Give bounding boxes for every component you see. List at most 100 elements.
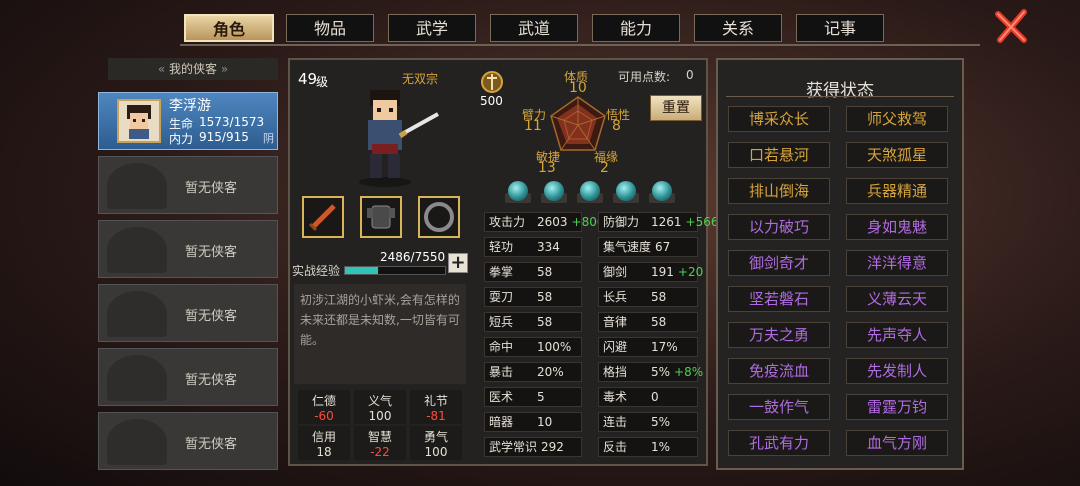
meridian-orb-icon [616, 181, 636, 201]
stat-label: 长兵 [603, 290, 628, 304]
stat-points-label: 可用点数: [618, 70, 671, 84]
rank-medal-icon [481, 71, 503, 93]
tab-relations[interactable]: 关系 [694, 14, 782, 42]
roster-slot-empty[interactable]: 暂无侠客 [98, 284, 278, 342]
stat-row: 轻功 334 [484, 237, 582, 257]
roster-slot-active[interactable]: 李浮游 生命 1573/1573 内力 915/915 阴 [98, 92, 278, 150]
stat-value: 2603 +800 [537, 213, 605, 231]
status-badge[interactable]: 坚若磐石 [728, 286, 830, 312]
hero-sprite [359, 90, 439, 187]
stat-number: 5% [651, 365, 671, 379]
stat-value: 17% [651, 338, 678, 356]
virtue-cell: 智慧 -22 [354, 426, 406, 460]
roster-title: 我的侠客 [168, 62, 217, 76]
status-badge[interactable]: 免疫流血 [728, 358, 830, 384]
empty-portrait-icon [107, 355, 167, 401]
tab-journal[interactable]: 记事 [796, 14, 884, 42]
status-badge[interactable]: 义薄云天 [846, 286, 948, 312]
roster-header: « 我的侠客 » [108, 58, 278, 80]
status-badge[interactable]: 排山倒海 [728, 178, 830, 204]
stat-value: 5% [651, 413, 670, 431]
roster-slot-empty[interactable]: 暂无侠客 [98, 220, 278, 278]
stat-number: 67 [655, 240, 671, 254]
virtue-cell: 勇气 100 [410, 426, 462, 460]
status-badge[interactable]: 一鼓作气 [728, 394, 830, 420]
stat-label: 轻功 [489, 240, 514, 254]
stat-points-value: 0 [686, 68, 694, 82]
stat-value: 292 [541, 438, 564, 456]
status-badge[interactable]: 万夫之勇 [728, 322, 830, 348]
status-badge[interactable]: 博采众长 [728, 106, 830, 132]
weapon-slot[interactable] [302, 196, 344, 238]
stat-value: 1% [651, 438, 670, 456]
sword-icon [308, 204, 336, 232]
stat-row: 闪避 17% [598, 337, 698, 357]
roster-slot-empty[interactable]: 暂无侠客 [98, 412, 278, 470]
add-exp-button[interactable]: + [448, 253, 468, 273]
stat-label: 医术 [489, 390, 514, 404]
stat-row: 御剑 191 +20 [598, 262, 703, 282]
status-badge[interactable]: 天煞孤星 [846, 142, 948, 168]
hp-value: 1573/1573 [199, 115, 265, 129]
status-badge[interactable]: 口若悬河 [728, 142, 830, 168]
status-badge[interactable]: 雷霆万钧 [846, 394, 948, 420]
status-badge[interactable]: 身如鬼魅 [846, 214, 948, 240]
empty-slot-label: 暂无侠客 [185, 309, 238, 324]
stat-value: 1261 +566 [651, 213, 719, 231]
tab-martial-way[interactable]: 武道 [490, 14, 578, 42]
accessory-slot[interactable] [418, 196, 460, 238]
stat-row: 耍刀 58 [484, 287, 582, 307]
virtue-label: 仁德 [311, 394, 336, 408]
stat-number: 1% [651, 440, 671, 454]
stat-number: 0 [651, 390, 659, 404]
mp-value: 915/915 [199, 130, 249, 144]
status-badge[interactable]: 洋洋得意 [846, 250, 948, 276]
stat-number: 58 [651, 290, 667, 304]
stat-value: 58 [537, 263, 552, 281]
stat-number: 5 [537, 390, 545, 404]
status-badge[interactable]: 师父救驾 [846, 106, 948, 132]
status-badge[interactable]: 孔武有力 [728, 430, 830, 456]
tab-character[interactable]: 角色 [184, 14, 274, 42]
hero-name: 李浮游 [169, 98, 211, 114]
tab-items[interactable]: 物品 [286, 14, 374, 42]
level-unit: 级 [316, 75, 329, 89]
stat-row: 毒术 0 [598, 387, 698, 407]
status-badge[interactable]: 以力破巧 [728, 214, 830, 240]
tab-abilities[interactable]: 能力 [592, 14, 680, 42]
stat-row: 音律 58 [598, 312, 698, 332]
stat-row: 格挡 5% +8% [598, 362, 703, 382]
roster-slot-empty[interactable]: 暂无侠客 [98, 348, 278, 406]
virtue-value: -22 [370, 445, 390, 459]
stat-value: 5% +8% [651, 363, 703, 381]
stat-label: 反击 [603, 440, 628, 454]
virtue-value: 18 [316, 445, 332, 459]
status-badge[interactable]: 兵器精通 [846, 178, 948, 204]
stat-row: 连击 5% [598, 412, 698, 432]
virtue-value: -81 [426, 409, 446, 423]
roster-slot-empty[interactable]: 暂无侠客 [98, 156, 278, 214]
reset-button[interactable]: 重置 [650, 95, 702, 121]
stat-number: 100% [537, 340, 572, 354]
status-badge[interactable]: 先发制人 [846, 358, 948, 384]
status-badge[interactable]: 血气方刚 [846, 430, 948, 456]
attr-minjie-value: 13 [538, 160, 556, 176]
stat-number: 58 [537, 265, 553, 279]
armor-slot[interactable] [360, 196, 402, 238]
stat-bonus: +8% [674, 365, 704, 379]
close-icon[interactable] [994, 8, 1030, 44]
stat-number: 58 [537, 315, 553, 329]
stat-value: 58 [651, 288, 666, 306]
empty-slot-label: 暂无侠客 [185, 181, 238, 196]
stat-value: 191 +20 [651, 263, 703, 281]
stat-value: 334 [537, 238, 560, 256]
status-badge[interactable]: 先声夺人 [846, 322, 948, 348]
stat-value: 100% [537, 338, 571, 356]
virtue-value: -60 [314, 409, 334, 423]
status-badge[interactable]: 御剑奇才 [728, 250, 830, 276]
stat-value: 58 [537, 313, 552, 331]
stat-label: 武学常识 [489, 440, 538, 454]
chevron-right-icon: » [220, 62, 229, 76]
stat-label: 攻击力 [489, 215, 526, 229]
tab-martial-arts[interactable]: 武学 [388, 14, 476, 42]
